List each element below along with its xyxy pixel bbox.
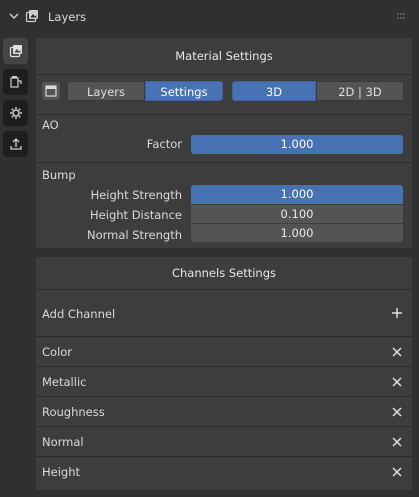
paint-bucket-icon — [9, 76, 22, 88]
tab-settings[interactable] — [3, 100, 28, 126]
channel-name: Color — [42, 345, 73, 359]
channel-name: Height — [42, 465, 81, 479]
channel-row: Metallic — [36, 367, 412, 396]
close-icon[interactable] — [390, 465, 404, 479]
height-distance-field[interactable]: 0.100 — [191, 204, 403, 223]
drag-grip-icon[interactable] — [397, 13, 407, 21]
height-strength-label: Height Strength — [90, 188, 182, 202]
channel-name: Roughness — [42, 405, 105, 419]
close-icon[interactable] — [390, 345, 404, 359]
close-icon[interactable] — [390, 405, 404, 419]
channels-settings-title: Channels Settings — [171, 266, 277, 280]
panel-header[interactable]: Layers — [0, 0, 419, 34]
divider — [36, 114, 412, 115]
channel-row: Color — [36, 337, 412, 366]
plus-icon[interactable] — [390, 306, 404, 320]
panel-title: Layers — [48, 10, 87, 24]
channels-settings-panel: Channels Settings Add Channel Color Meta… — [36, 257, 412, 490]
channel-row: Height — [36, 457, 412, 486]
ao-section-label: AO — [42, 118, 59, 132]
channel-name: Normal — [42, 435, 84, 449]
mode-2d-3d-button[interactable]: 2D | 3D — [316, 81, 404, 101]
channel-name: Metallic — [42, 375, 87, 389]
material-settings-title: Material Settings — [175, 49, 273, 63]
close-icon[interactable] — [390, 435, 404, 449]
mode-3d-button[interactable]: 3D — [232, 81, 316, 101]
layers-icon — [9, 45, 22, 58]
divider — [36, 162, 412, 163]
chevron-down-icon[interactable] — [8, 10, 20, 22]
add-channel-label: Add Channel — [42, 307, 116, 321]
channel-row: Normal — [36, 427, 412, 456]
tab-export[interactable] — [3, 131, 28, 157]
layers-icon — [25, 10, 38, 23]
height-distance-label: Height Distance — [90, 208, 182, 222]
close-icon[interactable] — [390, 375, 404, 389]
height-strength-field[interactable]: 1.000 — [191, 185, 403, 204]
normal-strength-field[interactable]: 1.000 — [191, 223, 403, 242]
gear-icon — [9, 107, 22, 119]
add-channel-row[interactable]: Add Channel — [36, 290, 412, 336]
ao-factor-label: Factor — [146, 137, 182, 151]
tab-layers-button[interactable]: Layers — [67, 81, 145, 101]
divider — [36, 74, 412, 75]
window-toggle-button[interactable] — [41, 81, 61, 101]
window-icon — [45, 85, 57, 97]
material-settings-panel: Material Settings Layers Settings 3D 2D … — [36, 38, 412, 248]
tab-paint[interactable] — [3, 69, 28, 95]
tab-layers[interactable] — [3, 38, 28, 64]
bump-section-label: Bump — [42, 168, 76, 182]
export-icon — [9, 138, 22, 150]
channel-row: Roughness — [36, 397, 412, 426]
tab-settings-button[interactable]: Settings — [145, 81, 223, 101]
ao-factor-field[interactable]: 1.000 — [191, 135, 403, 154]
normal-strength-label: Normal Strength — [86, 228, 182, 242]
